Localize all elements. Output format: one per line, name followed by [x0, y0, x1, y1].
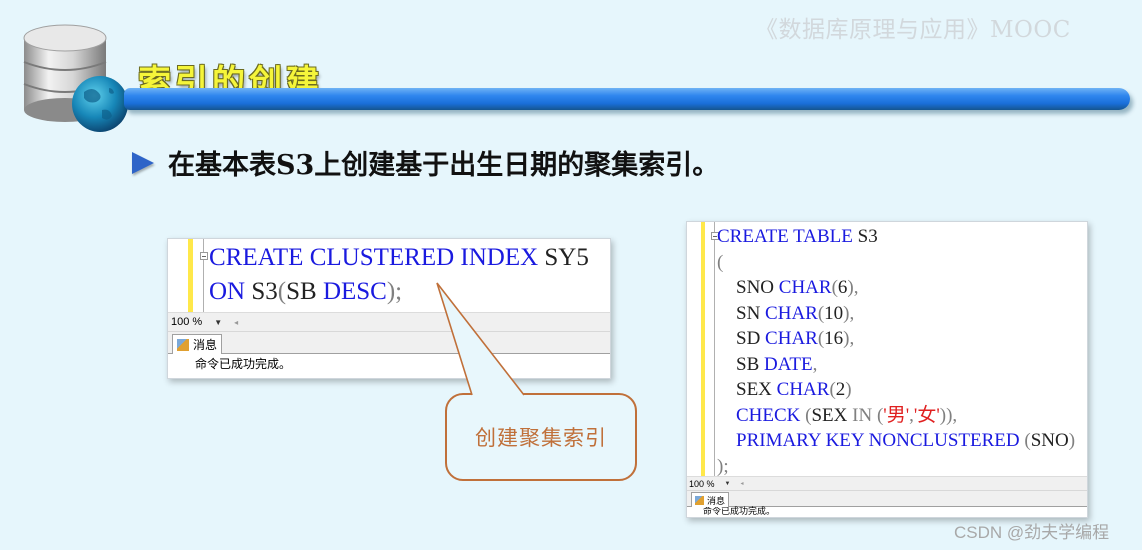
- sql-keyword: CHECK: [717, 404, 801, 426]
- sql-token: (: [800, 404, 812, 426]
- messages-tab-label: 消息: [707, 496, 726, 507]
- code-line: SN CHAR(10),: [717, 301, 1075, 327]
- sql-token: 10: [824, 302, 844, 324]
- sql-token: ): [386, 278, 396, 305]
- query-window-create-index: CREATE CLUSTERED INDEX SY5 ON S3(SB DESC)…: [167, 238, 611, 379]
- sql-token: (: [277, 278, 287, 305]
- messages-output: 命令已成功完成。: [687, 506, 1087, 517]
- zoom-dropdown-icon[interactable]: ▼: [725, 481, 731, 487]
- messages-tab-label: 消息: [193, 338, 218, 352]
- code-line: CREATE TABLE S3: [717, 224, 1075, 250]
- scroll-left-icon[interactable]: ◂: [234, 318, 238, 327]
- messages-tab[interactable]: 消息: [691, 492, 730, 507]
- sql-token: )),: [939, 404, 958, 426]
- sql-keyword: PRIMARY KEY NONCLUSTERED: [717, 430, 1020, 451]
- code-line: SD CHAR(16),: [717, 326, 1075, 352]
- sql-keyword: DESC: [322, 278, 387, 305]
- code-line: (: [717, 250, 1075, 276]
- sql-string: '男': [883, 404, 910, 426]
- sql-token: ),: [843, 302, 855, 324]
- code-line: CREATE CLUSTERED INDEX SY5: [209, 241, 589, 275]
- code-line: SNO CHAR(6),: [717, 275, 1075, 301]
- sql-token: ),: [847, 277, 859, 298]
- sql-keyword: CREATE CLUSTERED INDEX: [209, 244, 539, 271]
- code-line: PRIMARY KEY NONCLUSTERED (SNO): [717, 428, 1075, 454]
- editor-status-bar: 100 % ▼ ◂: [168, 312, 610, 331]
- sql-token: SEX: [811, 404, 853, 426]
- sql-keyword: CHAR: [776, 379, 830, 400]
- sql-keyword: DATE: [764, 353, 813, 375]
- sql-keyword: CREATE TABLE: [717, 226, 853, 247]
- course-watermark: 《数据库原理与应用》MOOC: [755, 17, 1071, 43]
- bullet-triangle-icon: [132, 151, 154, 174]
- code-line: SB DATE,: [717, 352, 1075, 378]
- query-editor[interactable]: CREATE CLUSTERED INDEX SY5 ON S3(SB DESC)…: [168, 239, 610, 312]
- sql-token: SD: [717, 328, 766, 349]
- sql-token: SY5: [538, 244, 589, 271]
- zoom-level[interactable]: 100 %: [171, 316, 202, 328]
- sql-token: IN: [852, 404, 873, 426]
- messages-tab[interactable]: 消息: [172, 334, 223, 354]
- sql-string: '女': [913, 404, 940, 426]
- sql-token: ),: [843, 328, 855, 349]
- code-line: );: [717, 454, 1075, 480]
- results-tab-strip: 消息: [168, 331, 610, 354]
- collapse-toggle-icon[interactable]: [200, 252, 208, 260]
- sql-token: ): [845, 379, 852, 400]
- sql-keyword: CHAR: [765, 302, 818, 324]
- sql-token: ): [1068, 430, 1076, 451]
- sql-token: 16: [824, 328, 844, 349]
- sql-token: (: [1019, 430, 1031, 451]
- sql-token: ;: [395, 278, 403, 305]
- code-line: SEX CHAR(2): [717, 377, 1075, 403]
- title-underline-bar: [124, 88, 1130, 110]
- callout-bubble: 创建聚集索引: [445, 393, 637, 481]
- scroll-left-icon[interactable]: ◂: [740, 480, 743, 487]
- sql-token: ,: [812, 353, 818, 375]
- bullet-text: 在基本表S3上创建基于出生日期的聚集索引。: [168, 150, 720, 181]
- code-line: CHECK (SEX IN ('男','女')),: [717, 403, 1075, 429]
- sql-token: );: [717, 455, 729, 477]
- sql-token: (: [717, 251, 724, 273]
- sql-keyword: CHAR: [778, 277, 832, 298]
- csdn-attribution: CSDN @劲夫学编程: [954, 523, 1110, 542]
- sql-token: 6: [837, 277, 848, 298]
- success-message: 命令已成功完成。: [195, 357, 292, 371]
- sql-keyword: CHAR: [765, 328, 818, 349]
- query-window-create-table: CREATE TABLE S3( SNO CHAR(6), SN CHAR(10…: [686, 221, 1088, 518]
- sql-token: SB: [717, 353, 764, 375]
- sql-token: SNO: [1030, 430, 1069, 451]
- sql-token: SNO: [717, 277, 779, 298]
- code-line: ON S3(SB DESC);: [209, 275, 589, 309]
- sql-keyword: ON: [209, 278, 246, 305]
- sql-token: 2: [835, 379, 846, 400]
- query-editor[interactable]: CREATE TABLE S3( SNO CHAR(6), SN CHAR(10…: [687, 222, 1087, 477]
- zoom-level[interactable]: 100 %: [689, 479, 715, 489]
- sql-token: SEX: [717, 379, 777, 400]
- database-globe-icon: [23, 24, 128, 132]
- bullet-item: 在基本表S3上创建基于出生日期的聚集索引。: [132, 143, 719, 182]
- messages-icon: [177, 338, 189, 351]
- sql-token: S3: [852, 226, 878, 247]
- results-tab-strip: 消息: [687, 490, 1087, 507]
- zoom-dropdown-icon[interactable]: ▼: [214, 318, 222, 327]
- success-message: 命令已成功完成。: [703, 507, 776, 517]
- messages-icon: [695, 495, 704, 505]
- sql-token: S3: [245, 278, 278, 305]
- callout-text: 创建聚集索引: [475, 426, 607, 450]
- sql-token: (: [872, 404, 884, 426]
- sql-token: SN: [717, 302, 766, 324]
- sql-token: SB: [286, 278, 323, 305]
- messages-output: 命令已成功完成。: [168, 353, 610, 378]
